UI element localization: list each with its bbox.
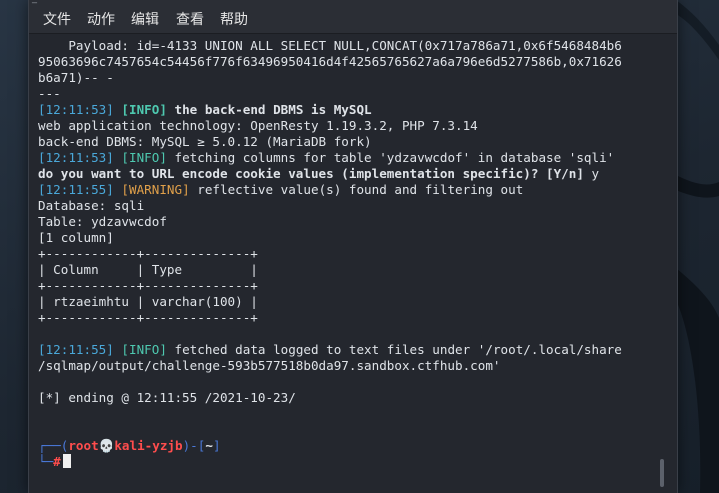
payload-line: 95063696c7457654c54456f776f63496950416d4… [38, 54, 622, 69]
menu-help[interactable]: 帮助 [219, 11, 249, 29]
log-timestamp: [12:11:53] [38, 102, 114, 117]
log-line: [12:11:53] [INFO] the back-end DBMS is M… [38, 102, 372, 118]
question-text: do you want to URL encode cookie values … [38, 166, 584, 181]
log-timestamp: [12:11:55] [38, 342, 114, 357]
result-table-border: +------------+--------------+ [38, 246, 258, 261]
window-menu-icon[interactable]: _ [32, 0, 37, 4]
log-timestamp: [12:11:55] [38, 182, 114, 197]
result-table-border: +------------+--------------+ [38, 310, 258, 325]
log-level: [INFO] [121, 150, 167, 165]
log-level: [WARNING] [121, 182, 190, 197]
table-line: Table: ydzavwcdof [38, 214, 167, 229]
result-table-header: | Column | Type | [38, 262, 258, 277]
menu-edit[interactable]: 编辑 [130, 11, 160, 29]
result-table-border: +------------+--------------+ [38, 278, 258, 293]
text-cursor [62, 454, 71, 468]
question-line: do you want to URL encode cookie values … [38, 166, 599, 182]
log-message: fetching columns for table 'ydzavwcdof' … [166, 150, 615, 165]
prompt-line-bottom[interactable]: └─# [38, 454, 71, 470]
prompt-separator: )-[ [182, 438, 206, 453]
prompt-user-host: root💀kali-yzjb [68, 438, 183, 453]
backend-dbms-line: back-end DBMS: MySQL ≥ 5.0.12 (MariaDB f… [38, 134, 372, 149]
payload-separator: --- [38, 86, 61, 101]
prompt-directory: ~ [205, 438, 213, 453]
menu-action[interactable]: 动作 [86, 11, 116, 29]
log-line: [12:11:55] [INFO] fetched data logged to… [38, 342, 622, 358]
question-answer: y [583, 166, 600, 181]
prompt-symbol: # [53, 454, 61, 469]
terminal-window[interactable]: _ 文件 动作 编辑 查看 帮助 Payload: id=-4133 UNION… [28, 0, 678, 493]
log-timestamp: [12:11:53] [38, 150, 114, 165]
log-message: the back-end DBMS is MySQL [166, 102, 372, 117]
column-count-line: [1 column] [38, 230, 114, 245]
log-message: reflective value(s) found and filtering … [189, 182, 524, 197]
menu-bar: 文件 动作 编辑 查看 帮助 [29, 8, 677, 34]
web-technology-line: web application technology: OpenResty 1.… [38, 118, 478, 133]
log-level: [INFO] [121, 342, 167, 357]
payload-line: b6a71)-- - [38, 70, 114, 85]
log-level: [INFO] [121, 102, 167, 117]
log-line: [12:11:53] [INFO] fetching columns for t… [38, 150, 614, 166]
menu-file[interactable]: 文件 [42, 11, 72, 29]
result-table-row: | rtzaeimhtu | varchar(100) | [38, 294, 258, 309]
prompt-box-start: ┌──( [38, 438, 69, 453]
ending-line: [*] ending @ 12:11:55 /2021-10-23/ [38, 390, 296, 405]
log-continuation: /sqlmap/output/challenge-593b577518b0da9… [38, 358, 501, 373]
window-titlebar[interactable]: _ [29, 0, 677, 8]
log-message: fetched data logged to text files under … [166, 342, 622, 357]
prompt-box-end: ] [212, 438, 221, 453]
terminal-scrollbar[interactable] [660, 459, 664, 487]
prompt-line-top: ┌──(root💀kali-yzjb)-[~] [38, 438, 221, 454]
prompt-box-corner: └─ [38, 454, 54, 469]
payload-line: Payload: id=-4133 UNION ALL SELECT NULL,… [38, 38, 622, 53]
menu-view[interactable]: 查看 [175, 11, 205, 29]
terminal-output[interactable]: Payload: id=-4133 UNION ALL SELECT NULL,… [29, 34, 677, 493]
log-line: [12:11:55] [WARNING] reflective value(s)… [38, 182, 523, 198]
database-line: Database: sqli [38, 198, 145, 213]
